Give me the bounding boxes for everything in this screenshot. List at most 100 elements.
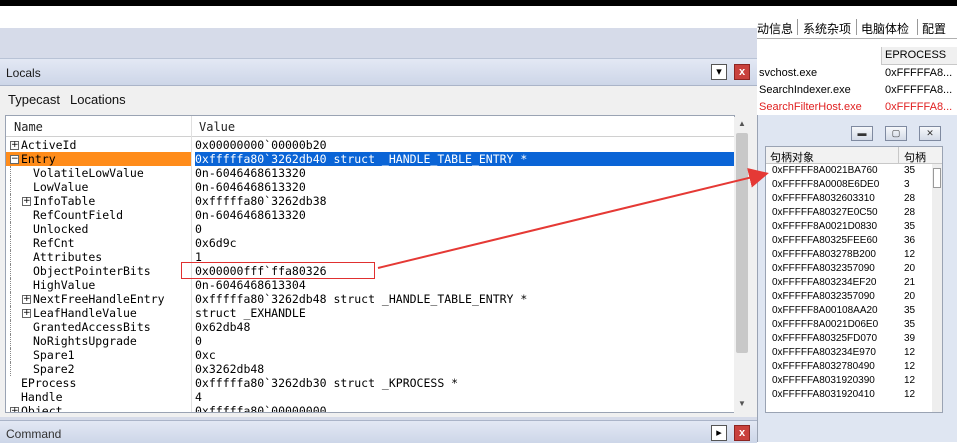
locals-row[interactable]: + ActiveId 0x00000000`00000b20 [6, 138, 734, 152]
locals-row[interactable]: VolatileLowValue 0n-6046468613320 [6, 166, 734, 180]
process-row[interactable]: svchost.exe 0xFFFFFA8... [757, 65, 957, 82]
handle-row[interactable]: 0xFFFFFA803234EF20 21 [766, 276, 942, 290]
tree-line [10, 278, 20, 292]
handle-object: 0xFFFFFA80325FD070 [772, 333, 878, 344]
variable-value: 0xfffffa80`3262db40 struct _HANDLE_TABLE… [195, 152, 734, 166]
expand-icon[interactable]: + [22, 309, 31, 318]
handle-row[interactable]: 0xFFFFFA803278B200 12 [766, 248, 942, 262]
expand-icon[interactable]: + [10, 407, 19, 412]
handle-row[interactable]: 0xFFFFFA803234E970 12 [766, 346, 942, 360]
variable-value: 0x62db48 [195, 320, 251, 334]
column-header-handle-object[interactable]: 句柄对象 [770, 149, 814, 165]
tree-line [10, 250, 20, 264]
locals-row[interactable]: − Entry 0xfffffa80`3262db40 struct _HANDLE… [6, 152, 734, 166]
command-close-button[interactable]: x [734, 425, 750, 441]
handle-row[interactable]: 0xFFFFFA8032357090 20 [766, 262, 942, 276]
variable-value: 0n-6046468613320 [195, 208, 306, 222]
handle-row[interactable]: 0xFFFFFA80325FD070 39 [766, 332, 942, 346]
process-eprocess: 0xFFFFFA8... [885, 67, 953, 79]
handle-row[interactable]: 0xFFFFFA8032357090 20 [766, 290, 942, 304]
column-header-name[interactable]: Name [14, 120, 43, 134]
locals-row[interactable]: GrantedAccessBits 0x62db48 [6, 320, 734, 334]
menu-config[interactable]: 配置 [922, 20, 946, 37]
tree-line [10, 180, 20, 194]
locals-row[interactable]: NoRightsUpgrade 0 [6, 334, 734, 348]
locals-row-name: RefCnt [6, 236, 191, 250]
handle-scroll-thumb[interactable] [933, 168, 941, 188]
locals-row[interactable]: EProcess 0xfffffa80`3262db30 struct _KPRO… [6, 376, 734, 390]
column-separator[interactable] [898, 147, 899, 163]
handle-count: 12 [904, 389, 916, 400]
locals-row[interactable]: Unlocked 0 [6, 222, 734, 236]
handle-row[interactable]: 0xFFFFFA8032603310 28 [766, 192, 942, 206]
process-row[interactable]: SearchFilterHost.exe 0xFFFFFA8... [757, 99, 957, 116]
process-eprocess: 0xFFFFFA8... [885, 101, 953, 113]
eprocess-column-header[interactable]: EPROCESS [881, 47, 957, 65]
minimize-button[interactable]: ▬ [851, 126, 873, 141]
handle-count: 20 [904, 291, 916, 302]
object-pointer-highlight-box [181, 262, 375, 279]
handle-vertical-scrollbar[interactable] [932, 164, 942, 412]
locations-button[interactable]: Locations [70, 92, 126, 107]
maximize-button[interactable]: ▢ [885, 126, 907, 141]
menu-pc-checkup[interactable]: 电脑体检 [861, 20, 909, 37]
expand-icon[interactable]: + [22, 197, 31, 206]
scroll-down-icon[interactable]: ▼ [736, 399, 748, 411]
handle-row[interactable]: 0xFFFFFA80327E0C50 28 [766, 206, 942, 220]
handle-row[interactable]: 0xFFFFF8A0008E6DE0 3 [766, 178, 942, 192]
handle-rows: 0xFFFFF8A0021BA760 35 0xFFFFF8A0008E6DE0 3 0… [766, 164, 942, 402]
handle-row[interactable]: 0xFFFFFA8032780490 12 [766, 360, 942, 374]
handle-object: 0xFFFFF8A0021BA760 [772, 165, 878, 176]
variable-value: 0xfffffa80`3262db30 struct _KPROCESS * [195, 376, 459, 390]
locals-row-name: NoRightsUpgrade [6, 334, 191, 348]
expand-icon[interactable]: + [10, 141, 19, 150]
process-row[interactable]: SearchIndexer.exe 0xFFFFFA8... [757, 82, 957, 99]
locals-row[interactable]: RefCnt 0x6d9c [6, 236, 734, 250]
locals-row[interactable]: + NextFreeHandleEntry 0xfffffa80`3262db48 … [6, 292, 734, 306]
variable-value: 0x00000000`00000b20 [195, 138, 327, 152]
scroll-up-icon[interactable]: ▲ [736, 119, 748, 131]
locals-row[interactable]: Spare2 0x3262db48 [6, 362, 734, 376]
handle-row[interactable]: 0xFFFFF8A00108AA20 35 [766, 304, 942, 318]
handle-row[interactable]: 0xFFFFF8A0021D06E0 35 [766, 318, 942, 332]
variable-value: 0n-6046468613320 [195, 166, 306, 180]
locals-row[interactable]: Handle 4 [6, 390, 734, 404]
handle-object: 0xFFFFFA80327E0C50 [772, 207, 878, 218]
command-pin-icon[interactable]: ▸ [711, 425, 727, 441]
locals-row[interactable]: LowValue 0n-6046468613320 [6, 180, 734, 194]
locals-row[interactable]: HighValue 0n-6046468613304 [6, 278, 734, 292]
column-header-handle-count[interactable]: 句柄 [904, 149, 926, 165]
variable-value: 0n-6046468613304 [195, 278, 306, 292]
locals-row-name: Spare2 [6, 362, 191, 376]
locals-row[interactable]: + Object 0xfffffa80`00000000 [6, 404, 734, 412]
locals-row[interactable]: + LeafHandleValue struct _EXHANDLE [6, 306, 734, 320]
locals-row[interactable]: + InfoTable 0xfffffa80`3262db38 [6, 194, 734, 208]
handle-object: 0xFFFFFA8031920390 [772, 375, 875, 386]
handle-row[interactable]: 0xFFFFF8A0021BA760 35 [766, 164, 942, 178]
locals-row[interactable]: Spare1 0xc [6, 348, 734, 362]
menu-bar: 动信息 系统杂项 电脑体检 配置 [757, 16, 957, 39]
handle-row[interactable]: 0xFFFFFA8031920410 12 [766, 388, 942, 402]
handle-row[interactable]: 0xFFFFFA8031920390 12 [766, 374, 942, 388]
expand-icon[interactable]: + [22, 295, 31, 304]
close-button[interactable]: x [734, 64, 750, 80]
scroll-thumb[interactable] [736, 133, 748, 353]
handle-row[interactable]: 0xFFFFFA80325FEE60 36 [766, 234, 942, 248]
command-panel-title-bar: Command ▸ x [0, 420, 757, 443]
variable-value: struct _EXHANDLE [195, 306, 306, 320]
typecast-button[interactable]: Typecast [8, 92, 60, 107]
menu-driver-info[interactable]: 动信息 [757, 20, 793, 37]
grid-header: Name Value [6, 116, 734, 137]
column-header-value[interactable]: Value [199, 120, 235, 134]
locals-row-name: + ActiveId [6, 138, 191, 152]
collapse-icon[interactable]: − [10, 155, 19, 164]
locals-vertical-scrollbar[interactable]: ▲ ▼ [734, 117, 750, 413]
handle-row[interactable]: 0xFFFFF8A0021D0830 35 [766, 220, 942, 234]
locals-row[interactable]: RefCountField 0n-6046468613320 [6, 208, 734, 222]
pin-icon[interactable]: ▾ [711, 64, 727, 80]
menu-system-misc[interactable]: 系统杂项 [803, 20, 851, 37]
tree-line [10, 334, 20, 348]
locals-toolbar: Typecast Locations [0, 86, 757, 112]
close-x-button[interactable]: ✕ [919, 126, 941, 141]
handle-count: 12 [904, 375, 916, 386]
